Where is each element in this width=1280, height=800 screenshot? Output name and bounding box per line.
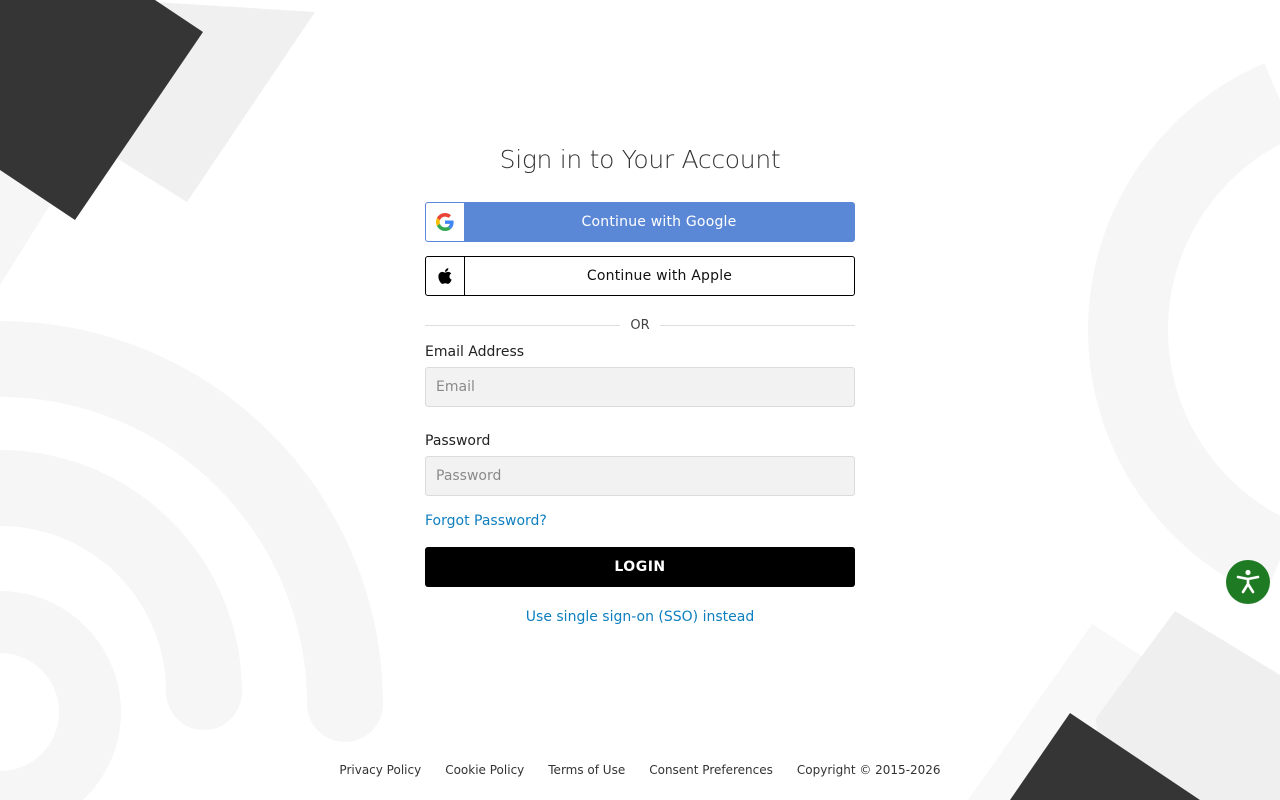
- password-label: Password: [425, 433, 491, 449]
- divider-line-left: [425, 324, 621, 326]
- footer-copyright: Copyright © 2015-2026: [796, 763, 941, 777]
- google-button-label: Continue with Google: [581, 214, 737, 230]
- email-address-label: Email Address: [425, 344, 525, 360]
- google-icon: [426, 203, 464, 241]
- accessibility-button[interactable]: [1226, 560, 1270, 604]
- login-button[interactable]: LOGIN: [425, 547, 855, 587]
- sso-link[interactable]: Use single sign-on (SSO) instead: [425, 606, 855, 628]
- footer: Privacy Policy Cookie Policy Terms of Us…: [0, 760, 1280, 780]
- divider-line-right: [659, 324, 856, 326]
- or-divider: OR: [425, 314, 856, 336]
- page-title: Sign in to Your Account: [499, 145, 781, 174]
- apple-button-label: Continue with Apple: [586, 268, 733, 284]
- login-page: Sign in to Your Account Continue with Go…: [0, 0, 1280, 800]
- forgot-password-link[interactable]: Forgot Password?: [425, 511, 547, 531]
- bg-arc-right: [1088, 63, 1280, 597]
- apple-icon: [426, 257, 465, 295]
- footer-terms-of-use-link[interactable]: Terms of Use: [548, 760, 625, 780]
- footer-cookie-policy-link[interactable]: Cookie Policy: [445, 760, 524, 780]
- email-input[interactable]: [425, 367, 855, 407]
- divider-or-label: OR: [630, 317, 650, 333]
- continue-with-google-button[interactable]: Continue with Google: [425, 202, 855, 242]
- accessibility-icon: [1236, 569, 1260, 594]
- sign-in-card: Sign in to Your Account Continue with Go…: [425, 140, 856, 628]
- footer-consent-preferences-link[interactable]: Consent Preferences: [649, 760, 773, 780]
- password-input[interactable]: [425, 456, 855, 496]
- footer-privacy-policy-link[interactable]: Privacy Policy: [339, 760, 421, 780]
- continue-with-apple-button[interactable]: Continue with Apple: [425, 256, 855, 296]
